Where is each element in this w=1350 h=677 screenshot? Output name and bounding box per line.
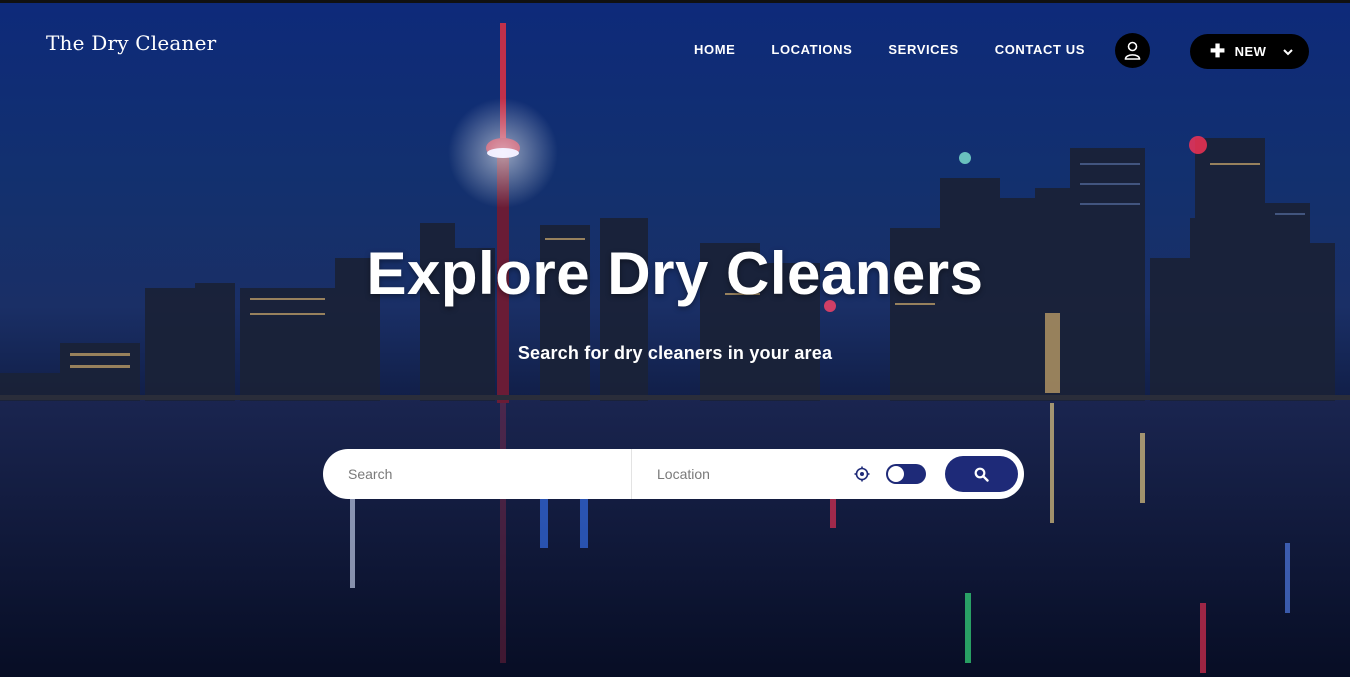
nav-link-contact-us[interactable]: CONTACT US xyxy=(995,42,1085,57)
location-input[interactable] xyxy=(657,464,847,484)
city-skyline-background xyxy=(0,23,1350,677)
new-listing-button[interactable]: ✚ NEW xyxy=(1190,34,1309,69)
search-input[interactable] xyxy=(348,464,618,484)
search-bar xyxy=(323,449,1024,499)
user-account-button[interactable] xyxy=(1115,33,1150,68)
location-toggle[interactable] xyxy=(886,464,926,484)
search-submit-button[interactable] xyxy=(945,456,1018,492)
nav-link-services[interactable]: SERVICES xyxy=(888,42,958,57)
main-nav: HOME LOCATIONS SERVICES CONTACT US xyxy=(694,42,1085,57)
plus-icon: ✚ xyxy=(1210,40,1226,61)
search-icon xyxy=(974,467,989,482)
toggle-knob xyxy=(888,466,904,482)
chevron-down-icon xyxy=(1283,44,1294,59)
user-icon xyxy=(1124,41,1141,60)
hero-section: The Dry Cleaner HOME LOCATIONS SERVICES … xyxy=(0,0,1350,677)
nav-link-locations[interactable]: LOCATIONS xyxy=(771,42,852,57)
site-logo[interactable]: The Dry Cleaner xyxy=(46,31,216,55)
search-divider xyxy=(631,449,632,499)
new-button-label: NEW xyxy=(1234,44,1267,59)
hero-subheadline: Search for dry cleaners in your area xyxy=(517,343,833,363)
nav-link-home[interactable]: HOME xyxy=(694,42,735,57)
hero-headline: Explore Dry Cleaners xyxy=(366,240,984,307)
crosshair-icon[interactable] xyxy=(854,466,870,487)
